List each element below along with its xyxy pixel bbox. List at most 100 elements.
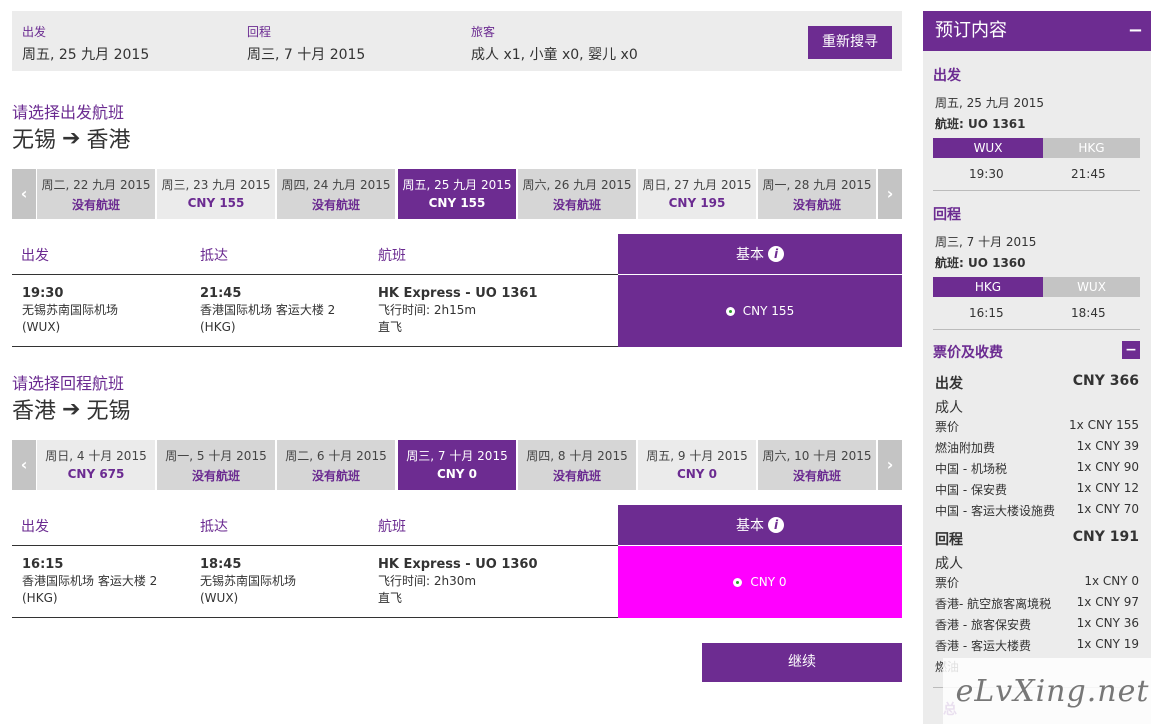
continue-button[interactable]: 继续 <box>702 643 902 682</box>
col-header-depart: 出发 <box>21 248 49 264</box>
fee-amount: 1x CNY 0 <box>1084 574 1139 588</box>
outbound-date-option[interactable]: 周二, 22 九月 2015 没有航班 <box>37 169 155 219</box>
outbound-date-option[interactable]: 周六, 26 九月 2015 没有航班 <box>518 169 636 219</box>
col-header-arrive: 抵达 <box>200 248 228 264</box>
flight-name: HK Express - UO 1361 <box>378 286 538 301</box>
fee-amount: 1x CNY 36 <box>1076 616 1139 630</box>
outbound-route-to: 香港 <box>86 128 131 153</box>
outbound-date-option[interactable]: 周五, 25 九月 2015 CNY 155 <box>398 169 516 219</box>
outbound-flight-table: 出发 抵达 航班 基本 i 19:30 无锡苏南国际机场 (WUX) 21:45… <box>12 234 902 348</box>
divider <box>12 274 618 275</box>
dep-code: (HKG) <box>22 591 58 605</box>
segment-destination: WUX <box>1043 277 1140 297</box>
summary-pax-value: 成人 x1, 小童 x0, 婴儿 x0 <box>471 47 638 63</box>
fee-row: 中国 - 保安费 1x CNY 12 <box>935 481 1139 498</box>
date-label: 周日, 4 十月 2015 <box>45 449 147 463</box>
dep-code: (WUX) <box>22 320 61 334</box>
outbound-date-option[interactable]: 周三, 23 九月 2015 CNY 155 <box>157 169 275 219</box>
col-header-depart: 出发 <box>21 519 49 535</box>
inbound-route: 香港 ➔ 无锡 <box>12 393 130 425</box>
inbound-date-option[interactable]: 周三, 7 十月 2015 CNY 0 <box>398 440 516 490</box>
booking-summary-panel: 预订内容 − 出发 周五, 25 九月 2015 航班: UO 1361 WUX… <box>923 11 1151 724</box>
sidebar-depart-date: 周五, 25 九月 2015 <box>935 96 1045 110</box>
outbound-date-option[interactable]: 周四, 24 九月 2015 没有航班 <box>277 169 395 219</box>
date-price: 没有航班 <box>191 469 240 483</box>
arr-code: (HKG) <box>200 320 236 334</box>
date-label: 周二, 22 九月 2015 <box>41 178 151 192</box>
collapse-icon[interactable]: − <box>1128 11 1143 51</box>
date-price: CNY 155 <box>428 196 486 210</box>
segment-arr-time: 18:45 <box>1071 306 1106 320</box>
fee-amount: 1x CNY 19 <box>1076 637 1139 651</box>
inbound-date-option[interactable]: 周五, 9 十月 2015 CNY 0 <box>638 440 756 490</box>
ret-fees-label: 回程 <box>935 532 963 548</box>
inbound-date-option[interactable]: 周二, 6 十月 2015 没有航班 <box>277 440 395 490</box>
radio-selected-icon[interactable] <box>733 577 743 587</box>
inbound-fare-option[interactable]: CNY 0 <box>618 546 902 618</box>
col-header-flight: 航班 <box>378 519 406 535</box>
fare-price: CNY 155 <box>742 304 795 318</box>
fee-name: 票价 <box>935 420 960 434</box>
date-label: 周二, 6 十月 2015 <box>285 449 387 463</box>
chevron-left-icon: ‹ <box>20 455 28 474</box>
segment-arr-time: 21:45 <box>1071 167 1106 181</box>
date-price: 没有航班 <box>552 469 601 483</box>
segment-origin: WUX <box>933 138 1053 158</box>
fees-collapse-icon[interactable]: − <box>1122 341 1140 359</box>
divider <box>933 190 1140 191</box>
inbound-date-option[interactable]: 周六, 10 十月 2015 没有航班 <box>758 440 876 490</box>
fee-row: 中国 - 客运大楼设施费 1x CNY 70 <box>935 502 1139 519</box>
outbound-next-dates-button[interactable]: › <box>878 169 902 219</box>
fee-row: 香港 - 旅客保安费 1x CNY 36 <box>935 616 1139 633</box>
summary-return: 回程 周三, 7 十月 2015 <box>247 23 365 64</box>
date-price: 没有航班 <box>311 198 360 212</box>
flight-info: HK Express - UO 1360 飞行时间: 2h30m 直飞 <box>378 556 538 607</box>
fee-row: 香港- 航空旅客离境税 1x CNY 97 <box>935 595 1139 612</box>
right-arrow-icon: ➔ <box>62 396 81 422</box>
date-label: 周三, 23 九月 2015 <box>161 178 271 192</box>
booking-summary-title: 预订内容 <box>935 20 1007 41</box>
outbound-date-option[interactable]: 周一, 28 九月 2015 没有航班 <box>758 169 876 219</box>
fee-name: 燃油附加费 <box>935 441 996 455</box>
inbound-next-dates-button[interactable]: › <box>878 440 902 490</box>
inbound-route-from: 香港 <box>12 399 57 424</box>
sidebar-return-label: 回程 <box>933 207 961 223</box>
date-price: 没有航班 <box>792 469 841 483</box>
sidebar-depart-segment: WUX HKG <box>933 138 1140 158</box>
outbound-route-from: 无锡 <box>12 128 57 153</box>
info-icon[interactable]: i <box>768 517 784 533</box>
radio-selected-icon[interactable] <box>725 306 735 316</box>
fee-amount: 1x CNY 39 <box>1076 439 1139 453</box>
outbound-fare-option[interactable]: CNY 155 <box>618 275 902 347</box>
outbound-prev-dates-button[interactable]: ‹ <box>12 169 36 219</box>
dep-airport: 无锡苏南国际机场 <box>22 303 119 317</box>
flight-arrival: 21:45 香港国际机场 客运大楼 2 (HKG) <box>200 285 335 336</box>
inbound-date-option[interactable]: 周四, 8 十月 2015 没有航班 <box>518 440 636 490</box>
flight-departure: 19:30 无锡苏南国际机场 (WUX) <box>22 285 118 336</box>
summary-depart-value: 周五, 25 九月 2015 <box>22 47 150 63</box>
inbound-date-option[interactable]: 周一, 5 十月 2015 没有航班 <box>157 440 275 490</box>
outbound-date-option[interactable]: 周日, 27 九月 2015 CNY 195 <box>638 169 756 219</box>
info-icon[interactable]: i <box>768 246 784 262</box>
summary-return-label: 回程 <box>247 25 272 39</box>
fees-title: 票价及收费 <box>933 345 1003 361</box>
ret-fees-total: CNY 191 <box>1072 529 1139 545</box>
date-label: 周一, 28 九月 2015 <box>762 178 872 192</box>
inbound-date-option[interactable]: 周日, 4 十月 2015 CNY 675 <box>37 440 155 490</box>
arr-airport: 无锡苏南国际机场 <box>200 574 297 588</box>
summary-return-value: 周三, 7 十月 2015 <box>247 47 366 63</box>
fee-amount: 1x CNY 90 <box>1076 460 1139 474</box>
fare-type-label: 基本 <box>736 247 764 263</box>
col-header-flight: 航班 <box>378 248 406 264</box>
flight-name: HK Express - UO 1360 <box>378 557 538 572</box>
inbound-prev-dates-button[interactable]: ‹ <box>12 440 36 490</box>
flight-stops: 直飞 <box>378 320 403 334</box>
research-button[interactable]: 重新搜寻 <box>808 26 892 59</box>
out-fees-total: CNY 366 <box>1072 373 1139 389</box>
date-label: 周六, 10 十月 2015 <box>762 449 872 463</box>
fee-name: 中国 - 客运大楼设施费 <box>935 504 1055 518</box>
col-header-fare: 基本 i <box>618 505 902 545</box>
divider <box>12 545 618 546</box>
fee-name: 中国 - 机场税 <box>935 462 1007 476</box>
flight-duration: 飞行时间: 2h15m <box>378 303 477 317</box>
